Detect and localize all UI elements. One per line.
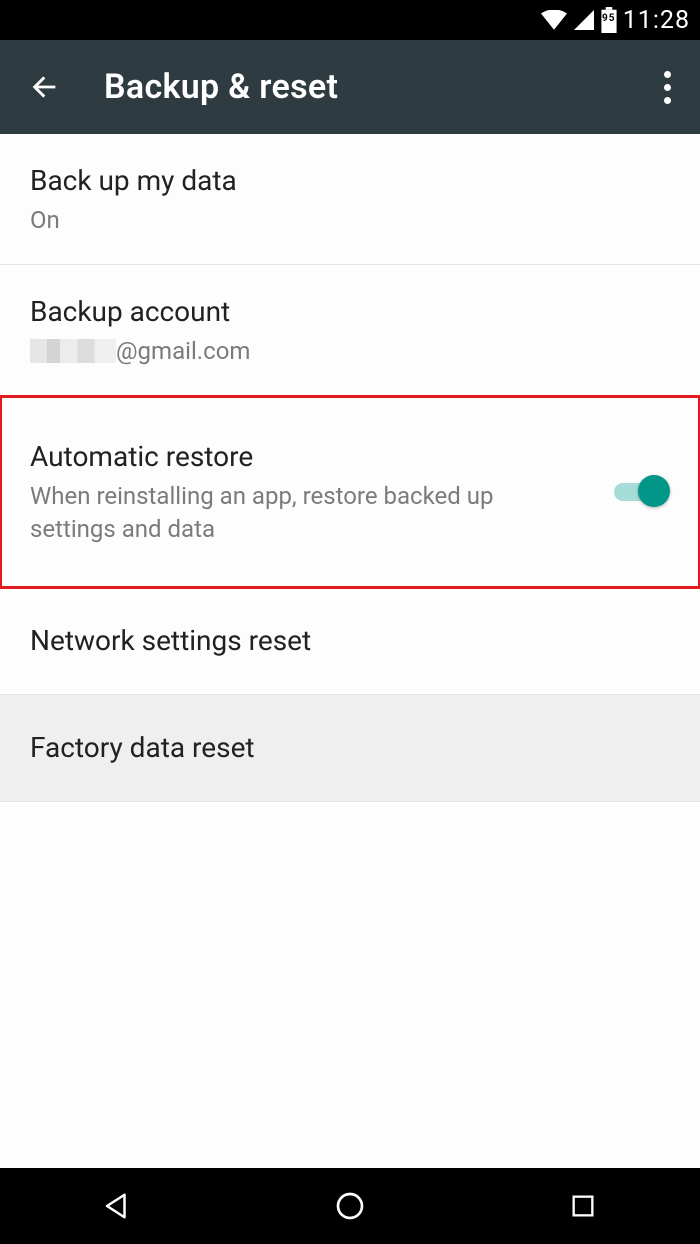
redacted-email-prefix (30, 339, 116, 363)
row-automatic-restore[interactable]: Automatic restore When reinstalling an a… (0, 396, 700, 588)
row-title: Factory data reset (30, 729, 670, 767)
back-button[interactable] (24, 70, 64, 104)
row-title: Network settings reset (30, 622, 670, 660)
row-title: Backup account (30, 293, 670, 331)
settings-list: Back up my data On Backup account @gmail… (0, 134, 700, 1168)
status-bar: 95 11:28 (0, 0, 700, 40)
app-bar: Backup & reset (0, 40, 700, 134)
cellular-icon (573, 10, 595, 30)
battery-icon: 95 (601, 7, 617, 33)
nav-home-button[interactable] (290, 1190, 410, 1222)
page-title: Backup & reset (64, 67, 652, 107)
row-backup-my-data[interactable]: Back up my data On (0, 134, 700, 265)
row-factory-data-reset[interactable]: Factory data reset (0, 695, 700, 802)
row-network-settings-reset[interactable]: Network settings reset (0, 588, 700, 695)
overflow-menu-button[interactable] (652, 71, 682, 104)
row-backup-account[interactable]: Backup account @gmail.com (0, 265, 700, 396)
switch-thumb (638, 475, 670, 507)
row-subtitle: @gmail.com (30, 331, 550, 367)
row-subtitle: On (30, 200, 550, 236)
row-title: Automatic restore (30, 438, 614, 476)
more-vert-icon (664, 71, 671, 104)
row-title: Back up my data (30, 162, 670, 200)
arrow-left-icon (27, 70, 61, 104)
battery-level: 95 (601, 13, 617, 24)
email-suffix: @gmail.com (116, 337, 250, 365)
circle-home-icon (334, 1190, 366, 1222)
nav-recents-button[interactable] (523, 1192, 643, 1220)
triangle-back-icon (102, 1191, 132, 1221)
automatic-restore-toggle[interactable] (614, 475, 670, 509)
navigation-bar (0, 1168, 700, 1244)
clock: 11:28 (623, 6, 690, 35)
nav-back-button[interactable] (57, 1191, 177, 1221)
row-subtitle: When reinstalling an app, restore backed… (30, 476, 550, 545)
square-recents-icon (569, 1192, 597, 1220)
wifi-icon (541, 10, 567, 30)
